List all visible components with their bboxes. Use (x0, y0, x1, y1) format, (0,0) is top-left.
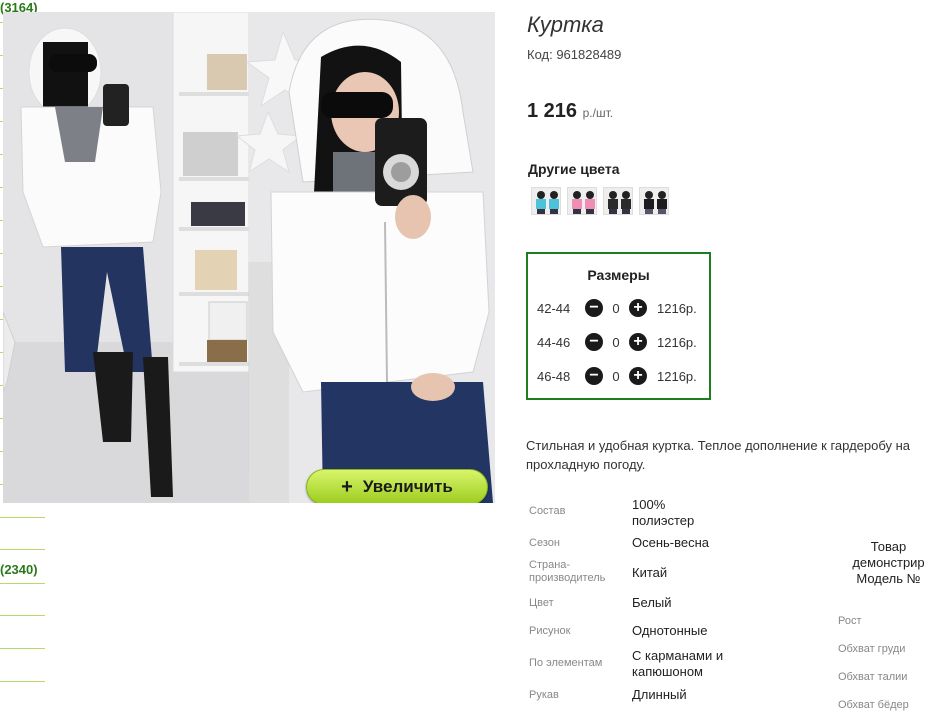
model-info-line: Товар (870, 539, 907, 554)
sizes-panel: Размеры 42-44 − 0 + 1216р. 44-46 − 0 + 1… (526, 252, 711, 400)
color-swatch-pink[interactable] (567, 187, 597, 215)
size-row: 44-46 − 0 + 1216р. (528, 325, 709, 359)
minus-icon[interactable]: − (585, 299, 603, 317)
property-key: Состав (529, 505, 566, 517)
property-value: Китай (632, 565, 668, 580)
property-value: 100% полиэстер (632, 497, 695, 528)
measurement-label: Рост (838, 615, 862, 627)
minus-icon[interactable]: − (585, 367, 603, 385)
sidebar-divider (0, 615, 45, 616)
sidebar-divider (0, 681, 45, 682)
plus-icon: + (341, 476, 353, 498)
plus-icon[interactable]: + (629, 333, 647, 351)
product-photo[interactable]: + Увеличить (3, 12, 495, 503)
property-value: Осень-весна (632, 535, 710, 550)
product-price: 1 216 р./шт. (527, 100, 613, 123)
property-value: Однотонные (632, 623, 708, 638)
price-unit: р./шт. (582, 106, 614, 120)
size-label: 42-44 (537, 300, 571, 316)
color-swatches (531, 187, 669, 215)
sidebar-divider (0, 517, 45, 518)
sidebar-divider (0, 583, 45, 584)
product-image (3, 12, 495, 503)
property-key: Цвет (529, 597, 554, 609)
size-quantity: 0 (612, 334, 620, 350)
size-quantity: 0 (612, 300, 620, 316)
property-key: Рисунок (529, 625, 571, 637)
product-code: Код: 961828489 (527, 47, 622, 62)
product-description: Стильная и удобная куртка. Теплое дополн… (526, 436, 927, 474)
other-colors-title: Другие цвета (528, 161, 620, 177)
property-value: Длинный (632, 687, 687, 702)
minus-icon[interactable]: − (585, 333, 603, 351)
property-key: Рукав (529, 689, 559, 701)
color-swatch-blue[interactable] (531, 187, 561, 215)
property-key: По элементам (529, 657, 603, 669)
size-row: 46-48 − 0 + 1216р. (528, 359, 709, 393)
color-swatch-dark[interactable] (639, 187, 669, 215)
sidebar-divider (0, 549, 45, 550)
price-value: 1 216 (527, 100, 578, 122)
plus-icon[interactable]: + (629, 299, 647, 317)
sizes-title: Размеры (587, 267, 650, 283)
model-info-line: демонстрир (852, 555, 925, 570)
size-row: 42-44 − 0 + 1216р. (528, 291, 709, 325)
model-info-line: Модель № (856, 571, 921, 586)
size-price: 1216р. (657, 368, 697, 384)
property-key: Сезон (529, 537, 560, 549)
model-info: Товар демонстрир Модель № (850, 539, 927, 587)
sidebar-divider (0, 648, 45, 649)
property-value: С карманами и капюшоном (632, 648, 724, 679)
size-price: 1216р. (657, 300, 697, 316)
measurement-label: Обхват груди (838, 643, 906, 655)
size-label: 46-48 (537, 368, 571, 384)
property-key: Страна-производитель (529, 559, 606, 584)
size-label: 44-46 (537, 334, 571, 350)
size-price: 1216р. (657, 334, 697, 350)
measurement-label: Обхват талии (838, 671, 908, 683)
category-count-mid[interactable]: (2340) (0, 562, 38, 577)
description-text: Стильная и удобная куртка. Теплое дополн… (526, 438, 911, 472)
measurement-label: Обхват бёдер (838, 699, 909, 711)
size-quantity: 0 (612, 368, 620, 384)
product-title: Куртка (527, 12, 604, 37)
plus-icon[interactable]: + (629, 367, 647, 385)
color-swatch-black[interactable] (603, 187, 633, 215)
property-value: Белый (632, 595, 672, 610)
zoom-button[interactable]: + Увеличить (306, 469, 488, 503)
zoom-button-label: Увеличить (362, 477, 453, 496)
